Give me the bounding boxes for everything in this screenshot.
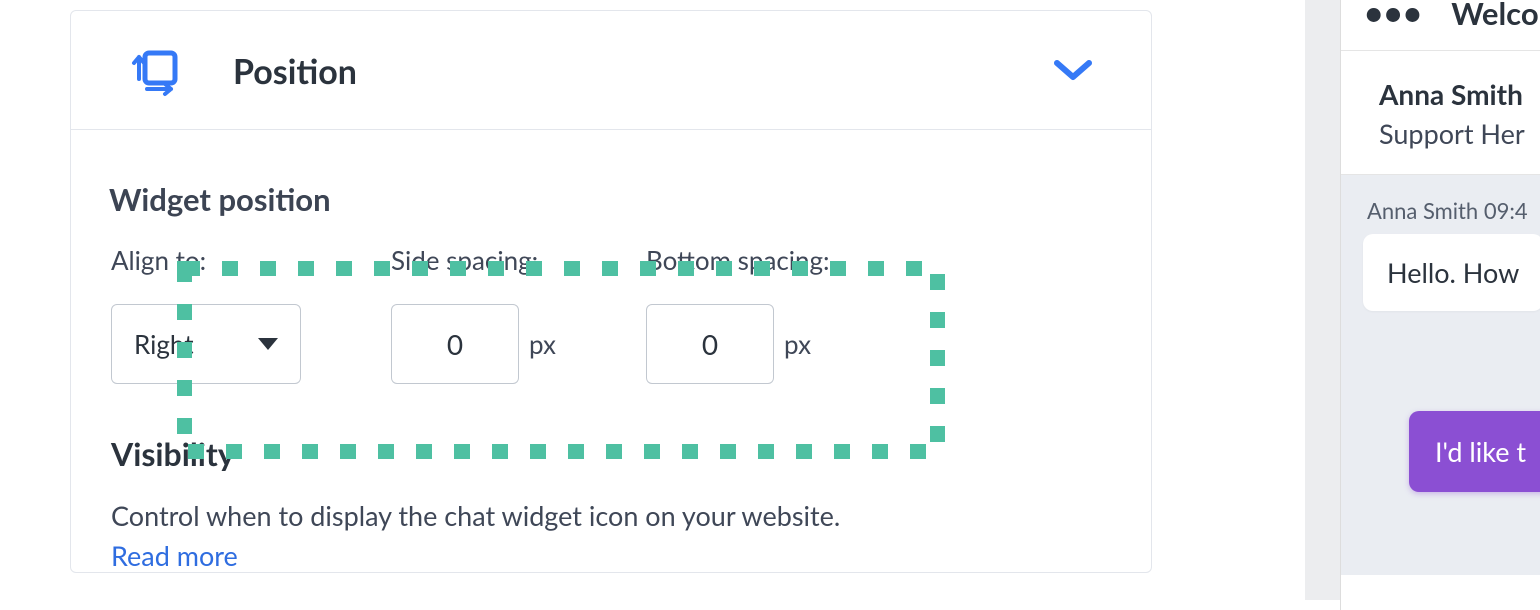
bottom-spacing-unit: px xyxy=(784,328,811,360)
position-icon xyxy=(127,43,183,99)
incoming-message: Hello. How xyxy=(1363,234,1540,311)
visibility-heading: Visibility xyxy=(111,434,1151,473)
widget-position-controls: Align to: Right Side spacing: px Bottom … xyxy=(71,232,1151,384)
align-label: Align to: xyxy=(111,244,301,276)
more-icon[interactable]: ••• xyxy=(1365,0,1423,31)
bottom-spacing-field: Bottom spacing: px xyxy=(646,244,830,384)
panel-title: Position xyxy=(233,51,1053,92)
outgoing-message-button[interactable]: I'd like t xyxy=(1409,411,1540,492)
bottom-spacing-label: Bottom spacing: xyxy=(646,244,830,276)
divider-gutter xyxy=(1305,0,1341,600)
widget-position-heading: Widget position xyxy=(71,180,1151,232)
visibility-section: Visibility Control when to display the c… xyxy=(71,384,1151,572)
align-select[interactable]: Right xyxy=(111,304,301,384)
read-more-link[interactable]: Read more xyxy=(111,539,1151,572)
agent-block: Anna Smith Support Her xyxy=(1341,51,1540,175)
agent-name: Anna Smith xyxy=(1379,77,1540,111)
side-spacing-input[interactable] xyxy=(391,304,519,384)
chat-preview-header: ••• Welco xyxy=(1341,0,1540,51)
bottom-spacing-input[interactable] xyxy=(646,304,774,384)
chat-preview: ••• Welco Anna Smith Support Her Anna Sm… xyxy=(1340,0,1540,610)
chat-title: Welco xyxy=(1451,0,1538,32)
agent-role: Support Her xyxy=(1379,117,1540,150)
align-field: Align to: Right xyxy=(111,244,301,384)
align-select-value: Right xyxy=(134,328,194,360)
side-spacing-field: Side spacing: px xyxy=(391,244,556,384)
conversation-area: Anna Smith 09:4 Hello. How I'd like t xyxy=(1341,175,1540,575)
position-panel-body: Widget position Align to: Right Side spa… xyxy=(71,130,1151,572)
side-spacing-label: Side spacing: xyxy=(391,244,556,276)
caret-down-icon xyxy=(258,338,278,350)
side-spacing-unit: px xyxy=(529,328,556,360)
chevron-down-icon[interactable] xyxy=(1053,59,1103,83)
position-panel-header[interactable]: Position xyxy=(71,11,1151,130)
visibility-description: Control when to display the chat widget … xyxy=(111,497,1151,535)
message-meta: Anna Smith 09:4 xyxy=(1363,197,1540,224)
position-panel: Position Widget position Align to: Right… xyxy=(70,10,1152,573)
